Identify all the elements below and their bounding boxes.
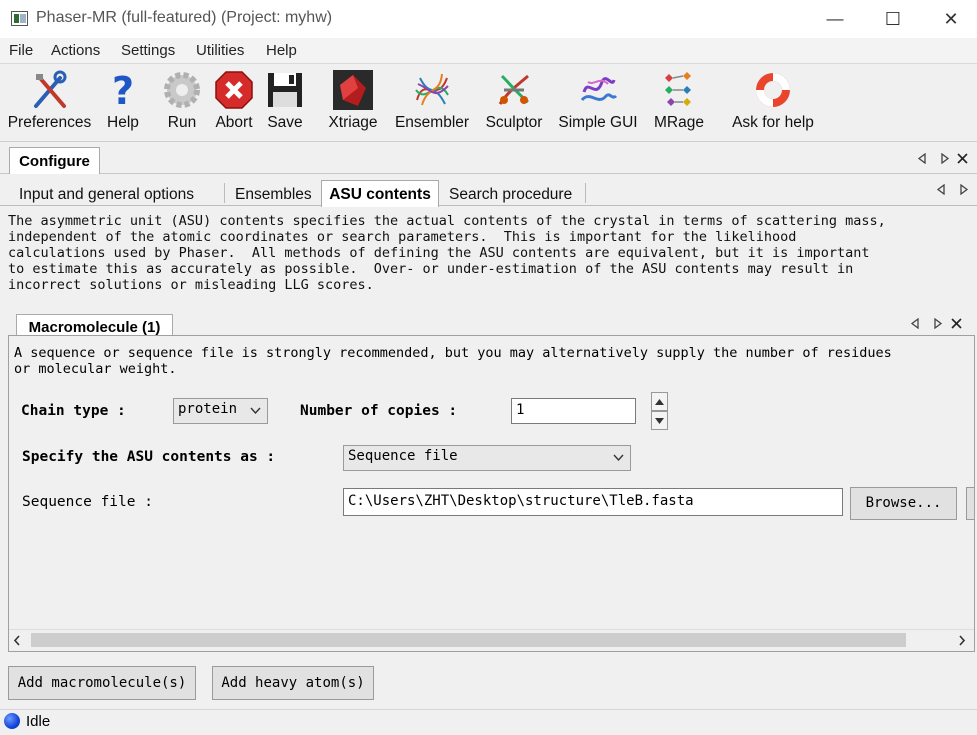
sequence-hint: A sequence or sequence file is strongly … [14,345,892,377]
run-label: Run [167,114,197,131]
simple-gui-icon [580,77,618,102]
toolbar: Preferences ? Help Run Abort Save Xtriag… [0,64,977,142]
preferences-label: Preferences [7,114,92,131]
tab-configure[interactable]: Configure [9,147,100,174]
copies-decrement-button[interactable] [651,411,668,430]
xtriage-label: Xtriage [328,114,378,131]
sculptor-icon [498,74,529,105]
simple-gui-label: Simple GUI [558,114,638,131]
sequence-file-label: Sequence file : [22,494,153,510]
asu-description: The asymmetric unit (ASU) contents speci… [8,213,886,293]
scrollbar-thumb[interactable] [31,633,906,647]
mrage-label: MRage [654,114,704,131]
asu-as-value: Sequence file [348,448,458,464]
scroll-left-arrow-icon[interactable] [13,635,21,646]
save-icon [268,73,302,107]
simple-gui-button[interactable]: Simple GUI [554,64,642,142]
configure-tab-strip: Configure [0,143,977,174]
asu-as-label: Specify the ASU contents as : [22,449,276,465]
ensembler-button[interactable]: Ensembler [391,64,473,142]
svg-text:?: ? [112,70,134,110]
tab-asu-contents[interactable]: ASU contents [321,180,439,207]
help-button[interactable]: ? Help [100,64,146,142]
scroll-right-arrow-icon[interactable] [958,635,966,646]
arrow-down-icon [655,418,664,424]
run-button[interactable]: Run [160,64,204,142]
menu-file[interactable]: File [9,42,33,59]
title-bar: Phaser-MR (full-featured) (Project: myhw… [0,0,977,38]
sculptor-label: Sculptor [485,114,543,131]
abort-label: Abort [215,114,253,131]
macro-scroll-right-icon[interactable] [933,318,943,329]
section-tab-strip: Input and general options Ensembles ASU … [0,175,977,207]
preferences-button[interactable]: Preferences [3,64,96,142]
run-icon [164,72,200,108]
add-heavy-atom-button[interactable]: Add heavy atom(s) [212,666,374,700]
mrage-button[interactable]: MRage [649,64,709,142]
chain-type-select[interactable]: protein [173,398,268,424]
menu-utilities[interactable]: Utilities [196,42,244,59]
ask-for-help-button[interactable]: Ask for help [725,64,821,142]
mrage-icon [665,72,691,106]
browse-button[interactable]: Browse... [850,487,957,520]
tab-search-procedure[interactable]: Search procedure [449,186,572,204]
macro-close-tab-icon[interactable] [951,318,962,329]
preferences-icon [33,70,66,108]
abort-icon [215,71,253,109]
menu-settings[interactable]: Settings [121,42,175,59]
status-text: Idle [26,713,51,730]
status-separator [0,709,977,710]
copies-label: Number of copies : [300,403,458,419]
xtriage-button[interactable]: Xtriage [322,64,384,142]
clear-button[interactable] [966,487,974,520]
ensembler-label: Ensembler [394,114,470,131]
macromolecule-panel: A sequence or sequence file is strongly … [8,335,975,652]
help-label: Help [107,114,139,131]
chevron-down-icon [613,454,624,462]
asu-as-select[interactable]: Sequence file [343,445,631,471]
subtab-scroll-left-icon[interactable] [936,184,946,195]
arrow-up-icon [655,399,664,405]
scroll-right-icon[interactable] [940,153,950,164]
xtriage-icon [333,70,373,110]
chain-type-label: Chain type : [21,403,126,419]
window-title: Phaser-MR (full-featured) (Project: myhw… [36,9,333,26]
minimize-button[interactable]: — [806,0,864,38]
app-icon [11,11,28,26]
sequence-file-input[interactable]: C:\Users\ZHT\Desktop\structure\TleB.fast… [343,488,843,516]
subtab-scroll-right-icon[interactable] [959,184,969,195]
menu-help[interactable]: Help [266,42,297,59]
tab-ensembles[interactable]: Ensembles [235,186,312,204]
status-indicator-icon [4,713,20,729]
maximize-button[interactable]: ☐ [864,0,922,38]
close-tab-icon[interactable] [957,153,968,164]
copies-increment-button[interactable] [651,392,668,411]
copies-input[interactable]: 1 [511,398,636,424]
abort-button[interactable]: Abort [211,64,257,142]
scroll-left-icon[interactable] [917,153,927,164]
ensembler-icon [415,73,449,106]
macromolecule-tab-strip: Macromolecule (1) [8,312,975,338]
macro-scroll-left-icon[interactable] [910,318,920,329]
sculptor-button[interactable]: Sculptor [481,64,547,142]
chain-type-value: protein [178,401,238,417]
ask-for-help-icon [756,73,790,107]
help-icon: ? [112,70,134,110]
save-button[interactable]: Save [263,64,307,142]
menu-bar: File Actions Settings Utilities Help [0,38,977,64]
save-label: Save [267,114,303,131]
chevron-down-icon [250,407,261,415]
horizontal-scrollbar[interactable] [9,629,974,649]
tab-input-general[interactable]: Input and general options [19,186,194,204]
add-macromolecule-button[interactable]: Add macromolecule(s) [8,666,196,700]
close-button[interactable]: ✕ [922,0,977,38]
ask-for-help-label: Ask for help [732,114,814,131]
menu-actions[interactable]: Actions [51,42,100,59]
